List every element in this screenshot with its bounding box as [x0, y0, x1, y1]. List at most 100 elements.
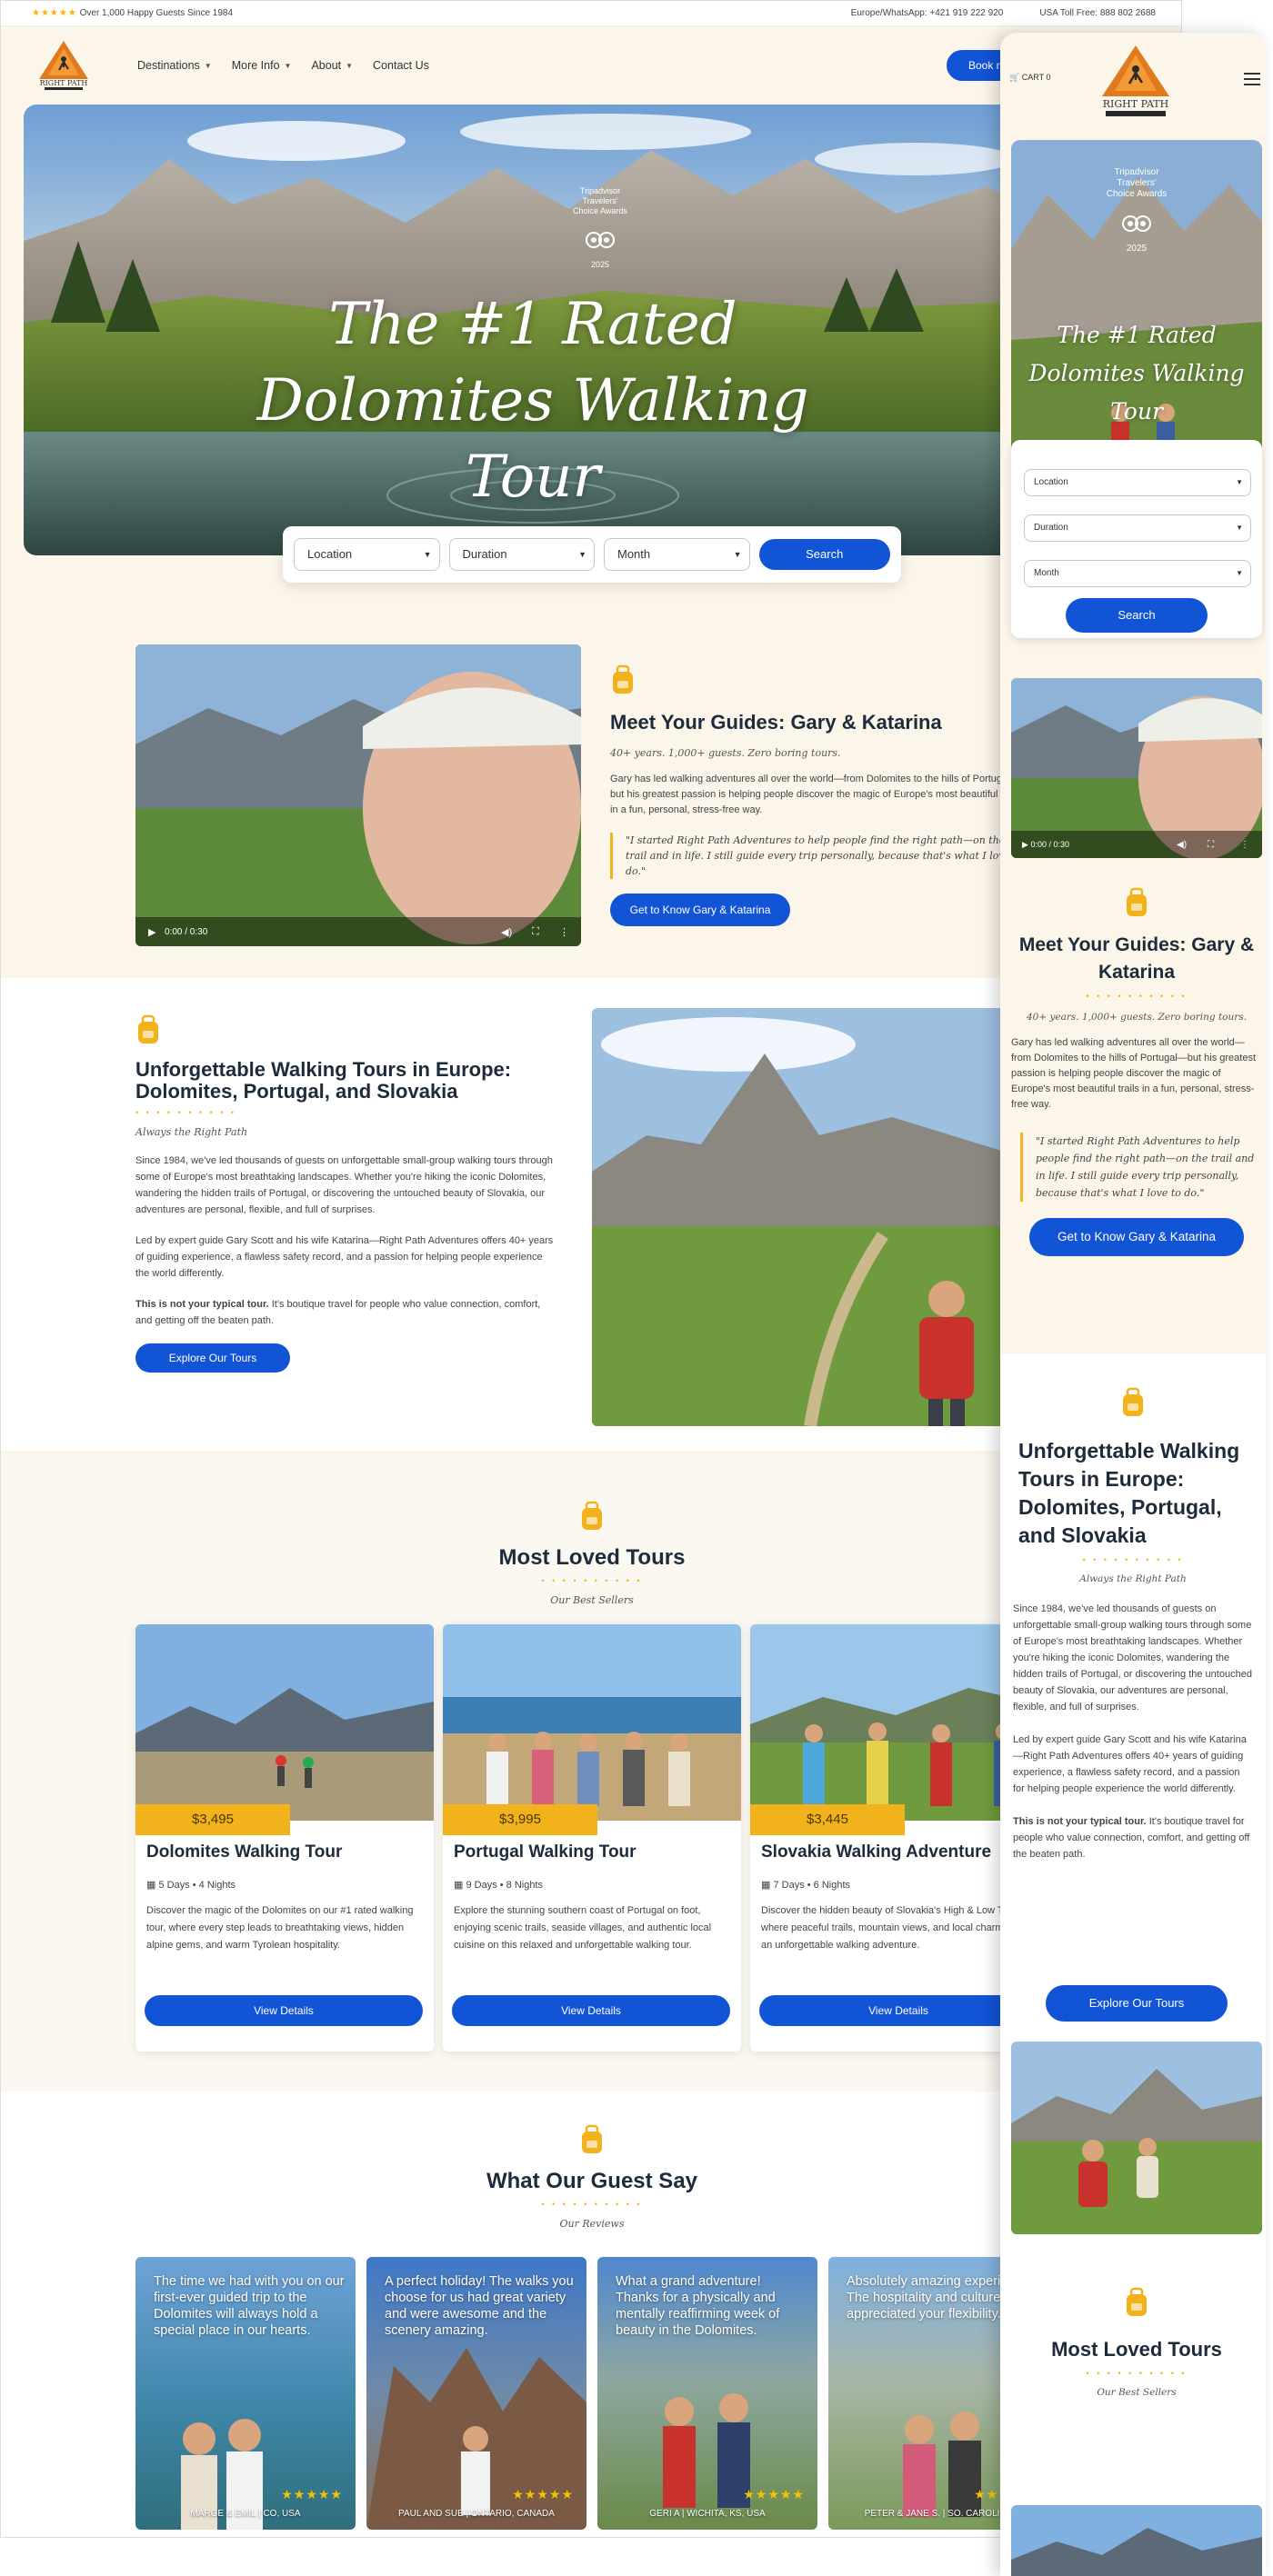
- month-select[interactable]: Month ▼: [604, 538, 750, 571]
- europe-phone[interactable]: Europe/WhatsApp: +421 919 222 920: [851, 8, 1004, 18]
- hikers-photo: [1011, 2042, 1262, 2234]
- unforgettable-tagline: Always the Right Path: [1079, 1573, 1187, 1584]
- review-text: The time we had with you on our first-ev…: [154, 2274, 345, 2338]
- nav-contact[interactable]: Contact Us: [373, 59, 429, 72]
- award-line: Tripadvisor: [579, 186, 621, 195]
- review-card[interactable]: The time we had with you on our first-ev…: [135, 2257, 356, 2530]
- tripadvisor-owl-icon: [586, 232, 615, 248]
- calendar-icon: ▦: [761, 1880, 771, 1891]
- backpack-icon: [1127, 887, 1147, 916]
- search-button[interactable]: Search: [758, 539, 890, 570]
- unforgettable-tagline: Always the Right Path: [135, 1126, 248, 1138]
- reviews-title: What Our Guest Say: [486, 2169, 698, 2193]
- month-label: Month: [617, 547, 651, 561]
- guides-tagline: 40+ years. 1,000+ guests. Zero boring to…: [1026, 1012, 1248, 1023]
- mobile-search-panel: Location ▼ Duration ▼ Month ▼ Search: [1011, 440, 1262, 638]
- tour-card[interactable]: $3,495 Dolomites Walking Tour ▦ 5 Days •…: [135, 1624, 434, 2052]
- video-time: 0:00 / 0:30: [1030, 840, 1069, 849]
- play-icon[interactable]: ▶: [1022, 840, 1028, 849]
- get-to-know-button[interactable]: Get to Know Gary & Katarina: [610, 894, 790, 926]
- chevron-down-icon: ▼: [204, 61, 212, 70]
- card-title[interactable]: Slovakia Walking Adventure: [761, 1842, 991, 1862]
- hikers-photo: [592, 1008, 1010, 1426]
- view-details-button[interactable]: View Details: [759, 1995, 1037, 2026]
- get-to-know-button[interactable]: Get to Know Gary & Katarina: [1029, 1218, 1244, 1256]
- video-controls: ▶ 0:00 / 0:30 ◀) ⛶ ⋮: [135, 917, 581, 946]
- chevron-down-icon: ▼: [1236, 569, 1243, 577]
- nav-destinations[interactable]: Destinations ▼: [137, 59, 212, 72]
- award-year: 2025: [590, 260, 610, 269]
- nav-more-info[interactable]: More Info ▼: [232, 59, 292, 72]
- guides-video[interactable]: ▶ 0:00 / 0:30 ◀) ⛶ ⋮: [135, 644, 581, 946]
- fullscreen-icon[interactable]: ⛶: [1208, 840, 1214, 850]
- tour-card[interactable]: $3,995 Portugal Walking Tour ▦ 9 Days • …: [443, 1624, 741, 2052]
- duration-text: 5 Days • 4 Nights: [158, 1880, 236, 1891]
- volume-icon[interactable]: ◀): [1177, 840, 1187, 850]
- card-description: Explore the stunning southern coast of P…: [454, 1905, 712, 1951]
- review-text: What a grand adventure! Thanks for a phy…: [616, 2274, 780, 2338]
- backpack-icon: [1123, 1387, 1143, 1416]
- review-card[interactable]: What a grand adventure! Thanks for a phy…: [597, 2257, 817, 2530]
- cart-label: CART: [1021, 73, 1044, 82]
- unforgettable-title: Unforgettable Walking Tours in Europe: D…: [135, 1058, 512, 1103]
- video-controls: ▶ 0:00 / 0:30: [1022, 840, 1069, 850]
- guides-title: Meet Your Guides: Gary & Katarina: [610, 711, 942, 734]
- card-title[interactable]: Portugal Walking Tour: [454, 1842, 636, 1862]
- card-title[interactable]: Dolomites Walking Tour: [146, 1842, 342, 1862]
- right-path-logo[interactable]: RIGHT PATH: [1095, 44, 1177, 120]
- hero-title: The #1 Rated Dolomites Walking Tour: [256, 291, 809, 511]
- view-details-button[interactable]: View Details: [452, 1995, 730, 2026]
- award-line: Choice Awards: [573, 206, 627, 215]
- nav-about[interactable]: About ▼: [311, 59, 353, 72]
- review-text: A perfect holiday! The walks you choose …: [385, 2274, 574, 2338]
- most-loved-tagline: Our Best Sellers: [1097, 2387, 1177, 2398]
- cart-count: 0: [1046, 73, 1051, 82]
- fullscreen-icon[interactable]: ⛶: [532, 926, 539, 938]
- duration-select[interactable]: Duration ▼: [1024, 514, 1251, 542]
- location-select[interactable]: Location ▼: [294, 538, 440, 571]
- backpack-icon: [1127, 2287, 1147, 2316]
- hamburger-menu-icon[interactable]: [1244, 73, 1260, 89]
- month-label: Month: [1034, 568, 1059, 578]
- p3-bold: This is not your typical tour.: [1013, 1816, 1147, 1827]
- chevron-down-icon: ▼: [733, 550, 742, 559]
- location-select[interactable]: Location ▼: [1024, 469, 1251, 496]
- explore-tours-button[interactable]: Explore Our Tours: [1046, 1985, 1228, 2022]
- tour-card-preview[interactable]: [1011, 2505, 1262, 2576]
- guides-title: Meet Your Guides: Gary & Katarina: [1018, 934, 1255, 983]
- play-icon[interactable]: ▶: [148, 926, 155, 938]
- unforgettable-p1: Since 1984, we've led thousands of guest…: [135, 1155, 553, 1215]
- guides-quote: "I started Right Path Adventures to help…: [1020, 1133, 1262, 1202]
- hero-banner: Tripadvisor Travelers' Choice Awards 202…: [24, 105, 1060, 555]
- guides-video[interactable]: ▶ 0:00 / 0:30 ◀) ⛶ ⋮: [1011, 678, 1262, 858]
- view-details-button[interactable]: View Details: [145, 1995, 423, 2026]
- reviewer-name: MARGE & EMIL | CO, USA: [190, 2509, 301, 2519]
- right-path-logo[interactable]: RIGHT PATH: [32, 39, 95, 92]
- dolomites-tour-image: [1011, 2505, 1262, 2576]
- explore-tours-button[interactable]: Explore Our Tours: [135, 1343, 290, 1373]
- top-info-bar: ★★★★★ Over 1,000 Happy Guests Since 1984…: [1, 1, 1181, 26]
- reviewer-name: PAUL AND SUE | ONTARIO, CANADA: [398, 2509, 555, 2519]
- price-tag: $3,445: [750, 1804, 905, 1835]
- page: ★★★★★ Over 1,000 Happy Guests Since 1984…: [0, 0, 1273, 2576]
- more-options-icon[interactable]: ⋮: [1240, 840, 1249, 850]
- unforgettable-p3: This is not your typical tour. It's bout…: [135, 1296, 554, 1329]
- most-loved-tagline: Our Best Sellers: [550, 1594, 634, 1606]
- usa-phone[interactable]: USA Toll Free: 888 802 2688: [1039, 8, 1156, 18]
- tripadvisor-owl-icon: [1122, 215, 1151, 232]
- most-loved-header: Most Loved Tours • • • • • • • • • • Our…: [365, 1501, 819, 1606]
- chevron-down-icon: ▼: [346, 61, 354, 70]
- calendar-icon: ▦: [146, 1880, 156, 1891]
- duration-select[interactable]: Duration ▼: [448, 538, 595, 571]
- review-card[interactable]: A perfect holiday! The walks you choose …: [366, 2257, 586, 2530]
- month-select[interactable]: Month ▼: [1024, 560, 1251, 587]
- search-button[interactable]: Search: [1066, 598, 1208, 633]
- most-loved-title: Most Loved Tours: [498, 1545, 686, 1570]
- review-stars: ★★★★★: [743, 2487, 805, 2501]
- mobile-hero-title: The #1 Rated Dolomites Walking Tour: [1028, 322, 1245, 424]
- location-label: Location: [1034, 477, 1068, 487]
- volume-icon[interactable]: ◀): [501, 926, 512, 938]
- cart-link[interactable]: 🛒 CART 0: [1009, 73, 1050, 83]
- mobile-most-loved-header: Most Loved Tours • • • • • • • • • • Our…: [1011, 2287, 1262, 2398]
- more-options-icon[interactable]: ⋮: [559, 926, 569, 938]
